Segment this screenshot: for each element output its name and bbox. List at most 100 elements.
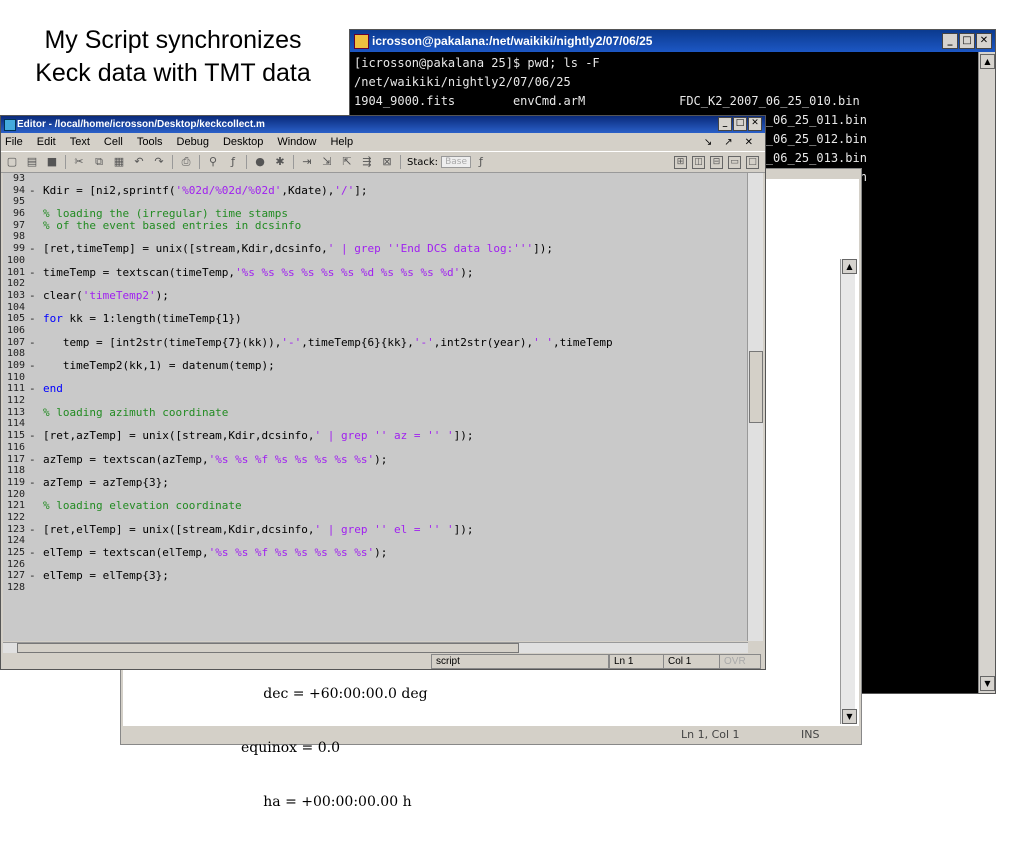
close-icon[interactable]: ✕	[745, 137, 753, 148]
line-number[interactable]: 117	[3, 454, 25, 466]
line-number[interactable]: 101	[3, 267, 25, 279]
close-button[interactable]: ✕	[748, 117, 762, 131]
line-number[interactable]: 95	[3, 196, 25, 208]
line-number[interactable]: 102	[3, 278, 25, 290]
breakpoint-marker[interactable]: -	[29, 290, 36, 302]
menu-edit[interactable]: Edit	[37, 136, 56, 148]
line-number[interactable]: 99	[3, 243, 25, 255]
maximize-button[interactable]: □	[733, 117, 747, 131]
code-line[interactable]: 127- elTemp = elTemp{3};	[3, 570, 748, 582]
scroll-up-icon[interactable]: ▲	[842, 259, 857, 274]
scrollbar-thumb[interactable]	[749, 351, 763, 423]
line-number[interactable]: 122	[3, 512, 25, 524]
breakpoint-marker[interactable]: -	[29, 243, 36, 255]
scroll-up-icon[interactable]: ▲	[980, 54, 995, 69]
menu-text[interactable]: Text	[70, 136, 90, 148]
line-number[interactable]: 112	[3, 395, 25, 407]
line-number[interactable]: 115	[3, 430, 25, 442]
stack-dropdown[interactable]: Base	[441, 156, 471, 168]
matlab-editor-window[interactable]: Editor - /local/home/icrosson/Desktop/ke…	[0, 115, 766, 670]
line-number[interactable]: 114	[3, 418, 25, 430]
line-number[interactable]: 104	[3, 302, 25, 314]
breakpoint-marker[interactable]: -	[29, 477, 36, 489]
line-number[interactable]: 97	[3, 220, 25, 232]
code-line[interactable]: 110	[3, 372, 748, 384]
paste-icon[interactable]: ▦	[112, 155, 126, 169]
line-number[interactable]: 98	[3, 231, 25, 243]
menu-debug[interactable]: Debug	[177, 136, 209, 148]
code-line[interactable]: 128	[3, 582, 748, 594]
scroll-down-icon[interactable]: ▼	[980, 676, 995, 691]
line-number[interactable]: 106	[3, 325, 25, 337]
breakpoint-marker[interactable]: -	[29, 313, 36, 325]
step-in-icon[interactable]: ⇲	[320, 155, 334, 169]
menu-cell[interactable]: Cell	[104, 136, 123, 148]
line-number[interactable]: 120	[3, 489, 25, 501]
tile-layout-icon[interactable]: ⊞	[674, 155, 687, 169]
code-line[interactable]: 115- [ret,azTemp] = unix([stream,Kdir,dcs…	[3, 430, 748, 442]
code-line[interactable]: 125- elTemp = textscan(elTemp,'%s %s %f %…	[3, 547, 748, 559]
terminal-titlebar[interactable]: icrosson@pakalana:/net/waikiki/nightly2/…	[350, 30, 995, 52]
maximize-button[interactable]: □	[959, 33, 975, 49]
function-icon[interactable]: ƒ	[226, 155, 240, 169]
float-window-icon[interactable]: ▭	[728, 155, 741, 169]
text-editor-scrollbar[interactable]: ▲ ▼	[840, 259, 857, 724]
breakpoint-marker[interactable]: -	[29, 336, 36, 349]
line-number[interactable]: 111	[3, 383, 25, 395]
set-breakpoint-icon[interactable]: ●	[253, 155, 267, 169]
code-line[interactable]: 99- [ret,timeTemp] = unix([stream,Kdir,dc…	[3, 243, 748, 255]
open-folder-icon[interactable]: ▤	[25, 155, 39, 169]
line-number[interactable]: 116	[3, 442, 25, 454]
line-number[interactable]: 127	[3, 570, 25, 582]
cut-icon[interactable]: ✂	[72, 155, 86, 169]
split-horizontal-icon[interactable]: ◫	[692, 155, 705, 169]
split-vertical-icon[interactable]: ⊟	[710, 155, 723, 169]
code-line[interactable]: 101- timeTemp = textscan(timeTemp,'%s %s …	[3, 266, 748, 279]
menu-help[interactable]: Help	[330, 136, 353, 148]
editor-titlebar[interactable]: Editor - /local/home/icrosson/Desktop/ke…	[1, 116, 765, 133]
line-number[interactable]: 124	[3, 535, 25, 547]
breakpoint-marker[interactable]: -	[29, 523, 36, 536]
terminal-scrollbar[interactable]: ▲ ▼	[978, 52, 995, 693]
new-file-icon[interactable]: ▢	[5, 155, 19, 169]
line-number[interactable]: 96	[3, 208, 25, 220]
line-number[interactable]: 103	[3, 290, 25, 302]
redo-icon[interactable]: ↷	[152, 155, 166, 169]
line-number[interactable]: 123	[3, 524, 25, 536]
line-number[interactable]: 128	[3, 582, 25, 594]
code-line[interactable]: 117- azTemp = textscan(azTemp,'%s %s %f %…	[3, 453, 748, 466]
copy-icon[interactable]: ⧉	[92, 155, 106, 169]
print-icon[interactable]: ⎙	[179, 155, 193, 169]
line-number[interactable]: 94	[3, 185, 25, 197]
dock-icon[interactable]: ↗	[724, 137, 732, 148]
line-number[interactable]: 125	[3, 547, 25, 559]
code-editor[interactable]: 93 94- Kdir = [ni2,sprintf('%02d/%02d/%02d…	[3, 173, 748, 641]
code-line[interactable]: 123- [ret,elTemp] = unix([stream,Kdir,dcs…	[3, 523, 748, 536]
line-number[interactable]: 105	[3, 313, 25, 325]
line-number[interactable]: 113	[3, 407, 25, 419]
minimize-button[interactable]: _	[942, 33, 958, 49]
fx-icon[interactable]: ƒ	[474, 155, 488, 169]
maximize-pane-icon[interactable]: □	[746, 155, 759, 169]
breakpoint-marker[interactable]: -	[29, 453, 36, 466]
code-line[interactable]: 113 % loading azimuth coordinate	[3, 406, 748, 419]
code-line[interactable]: 119- azTemp = azTemp{3};	[3, 477, 748, 489]
clear-breakpoint-icon[interactable]: ✱	[273, 155, 287, 169]
menu-tools[interactable]: Tools	[137, 136, 163, 148]
menu-window[interactable]: Window	[277, 136, 316, 148]
exit-debug-icon[interactable]: ⊠	[380, 155, 394, 169]
code-line[interactable]: 103- clear('timeTemp2');	[3, 290, 748, 302]
breakpoint-marker[interactable]: -	[29, 383, 36, 395]
undock-icon[interactable]: ↘	[704, 137, 712, 148]
line-number[interactable]: 121	[3, 500, 25, 512]
line-number[interactable]: 107	[3, 337, 25, 349]
minimize-button[interactable]: _	[718, 117, 732, 131]
breakpoint-marker[interactable]: -	[29, 430, 36, 442]
line-number[interactable]: 109	[3, 360, 25, 372]
code-line[interactable]: 111- end	[3, 383, 748, 395]
scroll-down-icon[interactable]: ▼	[842, 709, 857, 724]
close-button[interactable]: ✕	[976, 33, 992, 49]
code-line[interactable]: 109- timeTemp2(kk,1) = datenum(temp);	[3, 360, 748, 372]
find-icon[interactable]: ⚲	[206, 155, 220, 169]
menu-file[interactable]: File	[5, 136, 23, 148]
